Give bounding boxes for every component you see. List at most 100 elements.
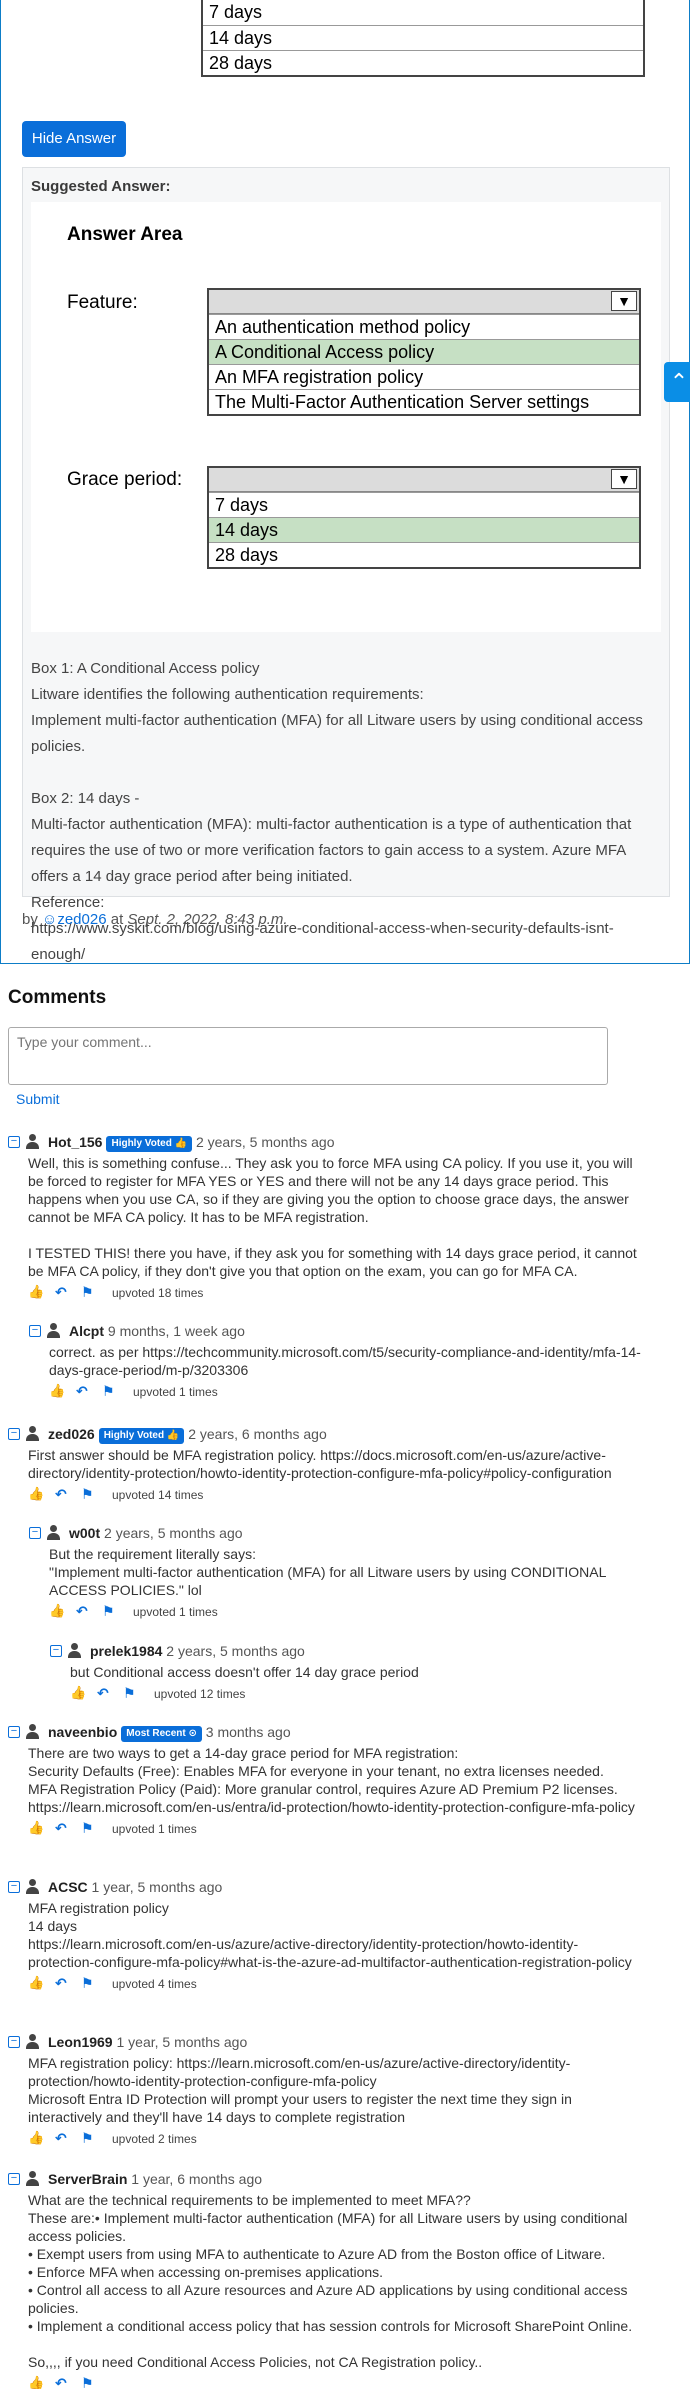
- collapse-toggle-icon[interactable]: −: [8, 1881, 20, 1893]
- submit-comment-button[interactable]: Submit: [16, 1091, 60, 1107]
- comment-body: MFA registration policy 14 days https://le…: [28, 1899, 640, 1971]
- thumbs-up-icon[interactable]: 👍: [28, 2375, 46, 2389]
- thumbs-up-icon[interactable]: 👍: [49, 1603, 67, 1619]
- comment-username[interactable]: naveenbio Most Recent ⊙ 3 months ago: [48, 1723, 291, 1742]
- feature-option: An MFA registration policy: [209, 364, 639, 389]
- username-text[interactable]: naveenbio: [48, 1724, 117, 1740]
- thumbs-up-icon[interactable]: 👍: [28, 2130, 46, 2146]
- feature-label: Feature:: [67, 292, 138, 313]
- comment-time: 9 months, 1 week ago: [104, 1323, 245, 1339]
- user-icon: [26, 1724, 39, 1739]
- reply-icon[interactable]: ↶: [55, 1284, 73, 1300]
- comment-actions: 👍 ↶ ⚑ upvoted 14 times: [28, 1486, 640, 1504]
- comment-header: − Alcpt 9 months, 1 week ago: [29, 1322, 649, 1342]
- reply-icon[interactable]: ↶: [55, 1975, 73, 1991]
- username-text[interactable]: w00t: [69, 1525, 100, 1541]
- feature-option-selected: A Conditional Access policy: [209, 339, 639, 364]
- comment-username[interactable]: ServerBrain 1 year, 6 months ago: [48, 2170, 262, 2188]
- grace-option-selected: 14 days: [209, 517, 639, 542]
- thumbs-up-icon[interactable]: 👍: [49, 1383, 67, 1399]
- flag-icon[interactable]: ⚑: [102, 1383, 120, 1399]
- byline-user-link[interactable]: zed026: [57, 911, 106, 928]
- reply-icon[interactable]: ↶: [97, 1685, 115, 1701]
- collapse-toggle-icon[interactable]: −: [50, 1645, 62, 1657]
- thumbs-up-icon[interactable]: 👍: [28, 1820, 46, 1836]
- upvote-count: upvoted 1 times: [133, 1605, 218, 1619]
- thumbs-up-icon[interactable]: 👍: [28, 1284, 46, 1300]
- comment-username[interactable]: zed026 Highly Voted 👍 2 years, 6 months a…: [48, 1425, 327, 1444]
- comment-header: − w00t 2 years, 5 months ago: [29, 1524, 649, 1544]
- hide-answer-button[interactable]: Hide Answer: [22, 121, 126, 157]
- flag-icon[interactable]: ⚑: [81, 1975, 99, 1991]
- reply-icon[interactable]: ↶: [55, 2375, 73, 2389]
- username-text[interactable]: ServerBrain: [48, 2171, 127, 2187]
- grace-option: 7 days: [209, 492, 639, 517]
- reply-icon[interactable]: ↶: [55, 1486, 73, 1502]
- flag-icon[interactable]: ⚑: [81, 2375, 99, 2389]
- thumbs-up-icon[interactable]: 👍: [28, 1486, 46, 1502]
- reply-icon[interactable]: ↶: [76, 1603, 94, 1619]
- comment-text: Well, this is something confuse... They …: [28, 1155, 633, 1225]
- comment-username[interactable]: ACSC 1 year, 5 months ago: [48, 1878, 222, 1896]
- collapse-toggle-icon[interactable]: −: [8, 1726, 20, 1738]
- username-text[interactable]: Leon1969: [48, 2034, 113, 2050]
- comment-actions: 👍 ↶ ⚑ upvoted 12 times: [70, 1685, 650, 1703]
- byline-by: by: [22, 911, 38, 928]
- thumbs-up-icon[interactable]: 👍: [28, 1975, 46, 1991]
- flag-icon[interactable]: ⚑: [123, 1685, 141, 1701]
- collapse-toggle-icon[interactable]: −: [8, 2036, 20, 2048]
- reply-icon[interactable]: ↶: [55, 2130, 73, 2146]
- comment-username[interactable]: w00t 2 years, 5 months ago: [69, 1524, 243, 1542]
- explanation-line: Multi-factor authentication (MFA): multi…: [31, 816, 632, 885]
- comment-username[interactable]: Alcpt 9 months, 1 week ago: [69, 1322, 245, 1340]
- answer-area-title: Answer Area: [67, 224, 183, 245]
- comment: − Hot_156 Highly Voted 👍 2 years, 5 months…: [8, 1133, 640, 1302]
- collapse-toggle-icon[interactable]: −: [29, 1325, 41, 1337]
- comment-body: There are two ways to get a 14-day grace…: [28, 1744, 640, 1816]
- flag-icon[interactable]: ⚑: [81, 2130, 99, 2146]
- username-text[interactable]: ACSC: [48, 1879, 88, 1895]
- username-text[interactable]: Hot_156: [48, 1134, 102, 1150]
- comment-text: but Conditional access doesn't offer 14 …: [70, 1664, 419, 1680]
- explanation-line: Litware identifies the following authent…: [31, 686, 424, 703]
- flag-icon[interactable]: ⚑: [81, 1486, 99, 1502]
- comment-username[interactable]: Leon1969 1 year, 5 months ago: [48, 2033, 247, 2051]
- username-text[interactable]: prelek1984: [90, 1643, 162, 1659]
- comment-header: − ACSC 1 year, 5 months ago: [8, 1878, 640, 1898]
- user-icon: ☺: [42, 911, 58, 928]
- explanation-line: Box 1: A Conditional Access policy: [31, 660, 260, 677]
- answer-byline: by ☺zed026 at Sept. 2, 2022, 8:43 p.m.: [22, 911, 288, 928]
- reply-icon[interactable]: ↶: [55, 1820, 73, 1836]
- comment-username[interactable]: prelek1984 2 years, 5 months ago: [90, 1642, 305, 1660]
- scroll-to-top-button[interactable]: ⌃: [664, 362, 690, 402]
- upvote-count: upvoted 1 times: [112, 1822, 197, 1836]
- comment-actions: 👍 ↶ ⚑ upvoted 1 times: [49, 1383, 649, 1401]
- flag-icon[interactable]: ⚑: [102, 1603, 120, 1619]
- feature-option: The Multi-Factor Authentication Server s…: [209, 389, 639, 414]
- collapse-toggle-icon[interactable]: −: [8, 2173, 20, 2185]
- username-text[interactable]: Alcpt: [69, 1323, 104, 1339]
- user-icon: [26, 1426, 39, 1441]
- comment-header: − Leon1969 1 year, 5 months ago: [8, 2033, 640, 2053]
- username-text[interactable]: zed026: [48, 1426, 95, 1442]
- comment-body: Well, this is something confuse... They …: [28, 1154, 640, 1280]
- comment-username[interactable]: Hot_156 Highly Voted 👍 2 years, 5 months …: [48, 1133, 335, 1152]
- comment-input[interactable]: [8, 1027, 608, 1085]
- flag-icon[interactable]: ⚑: [81, 1284, 99, 1300]
- comment-text: I TESTED THIS! there you have, if they a…: [28, 1245, 637, 1279]
- reply-icon[interactable]: ↶: [76, 1383, 94, 1399]
- explanation-line: Implement multi-factor authentication (M…: [31, 712, 643, 755]
- comment-body: But the requirement literally says: "Impl…: [49, 1545, 649, 1599]
- collapse-toggle-icon[interactable]: −: [29, 1527, 41, 1539]
- thumbs-up-icon[interactable]: 👍: [70, 1685, 88, 1701]
- comment-body: What are the technical requirements to b…: [28, 2191, 640, 2371]
- feature-dropdown: ▼ An authentication method policy A Cond…: [207, 288, 641, 416]
- flag-icon[interactable]: ⚑: [81, 1820, 99, 1836]
- byline-at: at: [110, 911, 124, 928]
- comment-time: 3 months ago: [201, 1724, 291, 1740]
- comment-text: So,,,, if you need Conditional Access Po…: [28, 2354, 483, 2370]
- comment-text: Security Defaults (Free): Enables MFA fo…: [28, 1763, 604, 1779]
- collapse-toggle-icon[interactable]: −: [8, 1136, 20, 1148]
- collapse-toggle-icon[interactable]: −: [8, 1428, 20, 1440]
- upvote-count: upvoted 12 times: [154, 1687, 246, 1701]
